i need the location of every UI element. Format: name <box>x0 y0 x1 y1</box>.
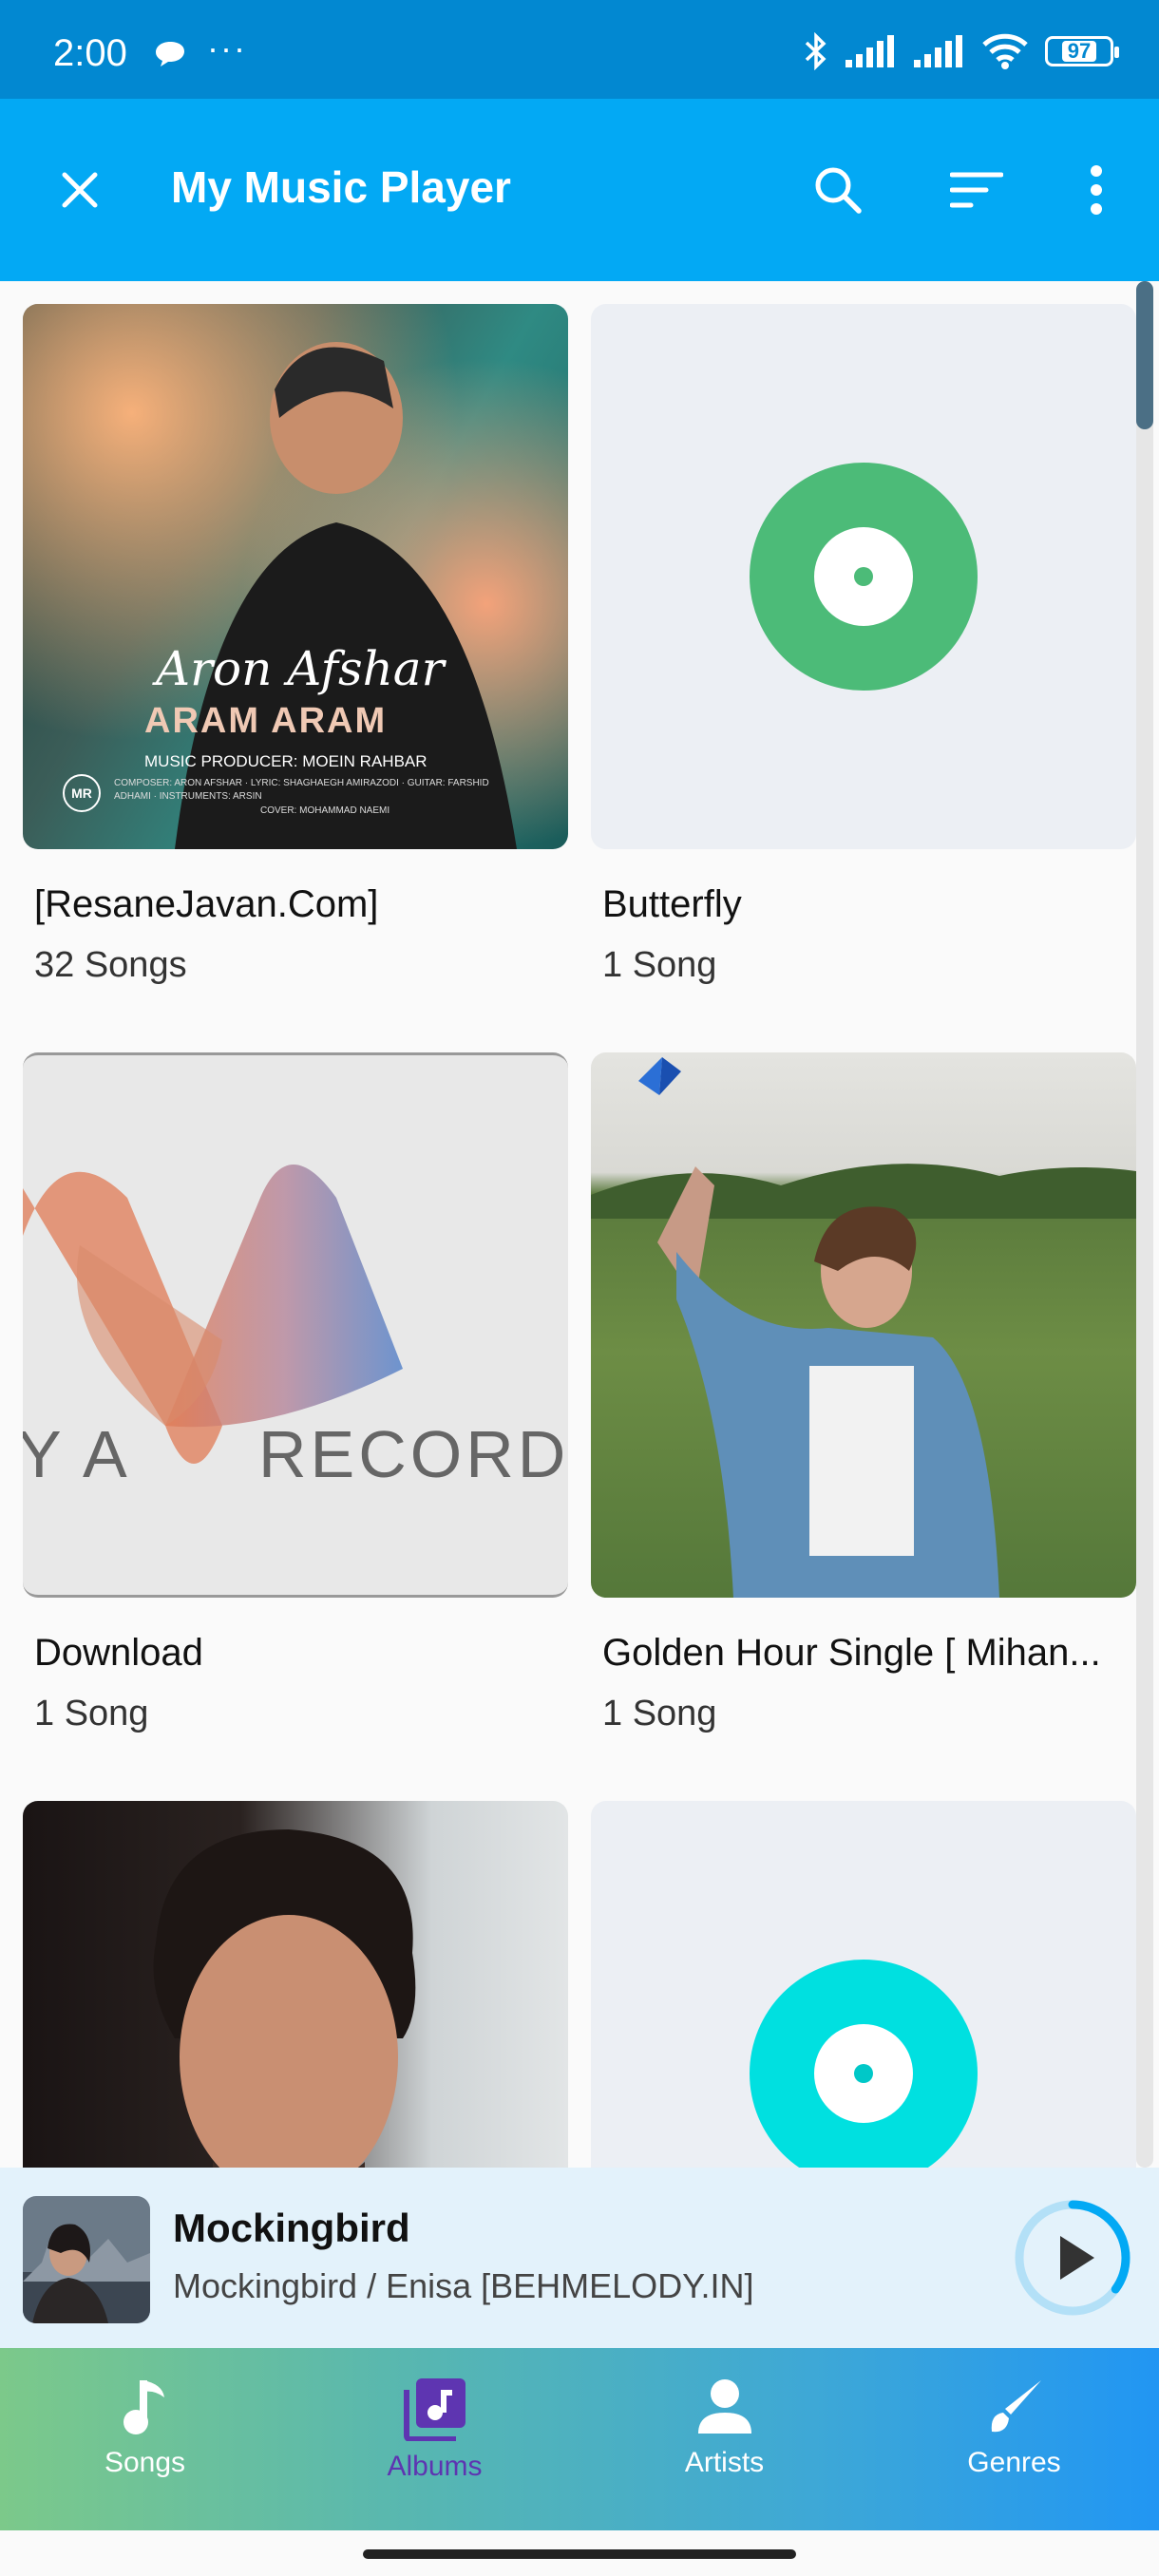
album-card[interactable]: Butterfly 1 Song <box>591 304 1136 986</box>
bottom-navigation: Songs Albums Artists Genres <box>0 2348 1159 2530</box>
play-button[interactable] <box>1011 2196 1134 2320</box>
album-art-producer: MUSIC PRODUCER: MOEIN RAHBAR <box>144 752 428 770</box>
page-title: My Music Player <box>171 162 511 212</box>
album-song-count: 1 Song <box>602 945 717 985</box>
battery-level: 97 <box>1061 41 1097 62</box>
album-art-artist: Aron Afshar <box>156 641 445 696</box>
album-art-credits: COMPOSER: ARON AFSHAR · LYRIC: SHAGHAEGH… <box>114 778 489 802</box>
close-icon[interactable] <box>46 156 114 224</box>
album-art-placeholder <box>591 1801 1136 2168</box>
chat-bubble-icon <box>154 40 186 73</box>
album-art <box>23 1801 568 2168</box>
tab-artists[interactable]: Artists <box>580 2348 869 2530</box>
now-playing-title: Mockingbird <box>173 2206 410 2250</box>
scrollbar-thumb[interactable] <box>1136 281 1153 429</box>
status-bar: 2:00 ··· 97 <box>0 0 1159 99</box>
album-card[interactable] <box>591 1801 1136 2168</box>
tab-label: Songs <box>104 2447 186 2478</box>
signal-icon-2 <box>914 35 962 67</box>
album-song-count: 1 Song <box>602 1694 717 1733</box>
tab-genres[interactable]: Genres <box>869 2348 1159 2530</box>
album-art-cover: COVER: MOHAMMAD NAEMI <box>260 805 390 816</box>
play-icon <box>1060 2236 1094 2280</box>
brush-icon <box>991 2380 1041 2433</box>
album-song-count: 32 Songs <box>34 945 187 985</box>
signal-icon <box>846 35 894 67</box>
album-song-count: 1 Song <box>34 1694 149 1733</box>
album-art-song: ARAM ARAM <box>144 701 388 741</box>
search-icon[interactable] <box>804 156 872 224</box>
wifi-icon <box>982 33 1028 69</box>
album-art-logo: MR <box>63 774 101 812</box>
album-library-icon <box>403 2378 466 2441</box>
more-options-icon[interactable] <box>1062 156 1130 224</box>
album-art-text-right: RECORD <box>258 1417 568 1491</box>
scrollbar[interactable] <box>1136 281 1153 2168</box>
album-art: Aron Afshar ARAM ARAM MUSIC PRODUCER: MO… <box>23 304 568 849</box>
mini-player[interactable]: Mockingbird Mockingbird / Enisa [BEHMELO… <box>0 2168 1159 2348</box>
album-art: Y A RECORD <box>23 1052 568 1598</box>
album-title: Download <box>34 1632 203 1674</box>
album-art-text-left: Y A <box>23 1417 131 1491</box>
album-grid[interactable]: Aron Afshar ARAM ARAM MUSIC PRODUCER: MO… <box>0 281 1159 2168</box>
album-card[interactable] <box>23 1801 568 2168</box>
battery-icon: 97 <box>1045 36 1119 66</box>
tab-label: Albums <box>387 2451 483 2482</box>
music-note-icon <box>123 2380 164 2434</box>
album-title: Butterfly <box>602 883 742 925</box>
status-icons: 97 <box>804 32 1119 70</box>
album-card[interactable]: Golden Hour Single [ Mihan... 1 Song <box>591 1052 1136 1734</box>
album-card[interactable]: Y A RECORD Download 1 Song <box>23 1052 568 1734</box>
tab-albums[interactable]: Albums <box>290 2348 580 2530</box>
now-playing-art <box>23 2196 150 2323</box>
tab-label: Genres <box>967 2447 1061 2478</box>
person-icon <box>697 2379 751 2434</box>
disc-icon <box>750 1960 978 2168</box>
sort-icon[interactable] <box>942 156 1011 224</box>
tab-songs[interactable]: Songs <box>0 2348 290 2530</box>
tab-label: Artists <box>684 2447 765 2478</box>
status-time: 2:00 <box>53 32 127 74</box>
more-notifications-icon: ··· <box>207 28 247 67</box>
disc-icon <box>750 463 978 691</box>
album-title: Golden Hour Single [ Mihan... <box>602 1632 1101 1674</box>
album-title: [ResaneJavan.Com] <box>34 883 379 925</box>
app-bar: My Music Player <box>0 99 1159 281</box>
now-playing-subtitle: Mockingbird / Enisa [BEHMELODY.IN] <box>173 2266 754 2305</box>
album-art <box>591 1052 1136 1598</box>
album-art-placeholder <box>591 304 1136 849</box>
home-indicator[interactable] <box>363 2549 796 2559</box>
bluetooth-icon <box>805 32 826 70</box>
album-card[interactable]: Aron Afshar ARAM ARAM MUSIC PRODUCER: MO… <box>23 304 568 986</box>
